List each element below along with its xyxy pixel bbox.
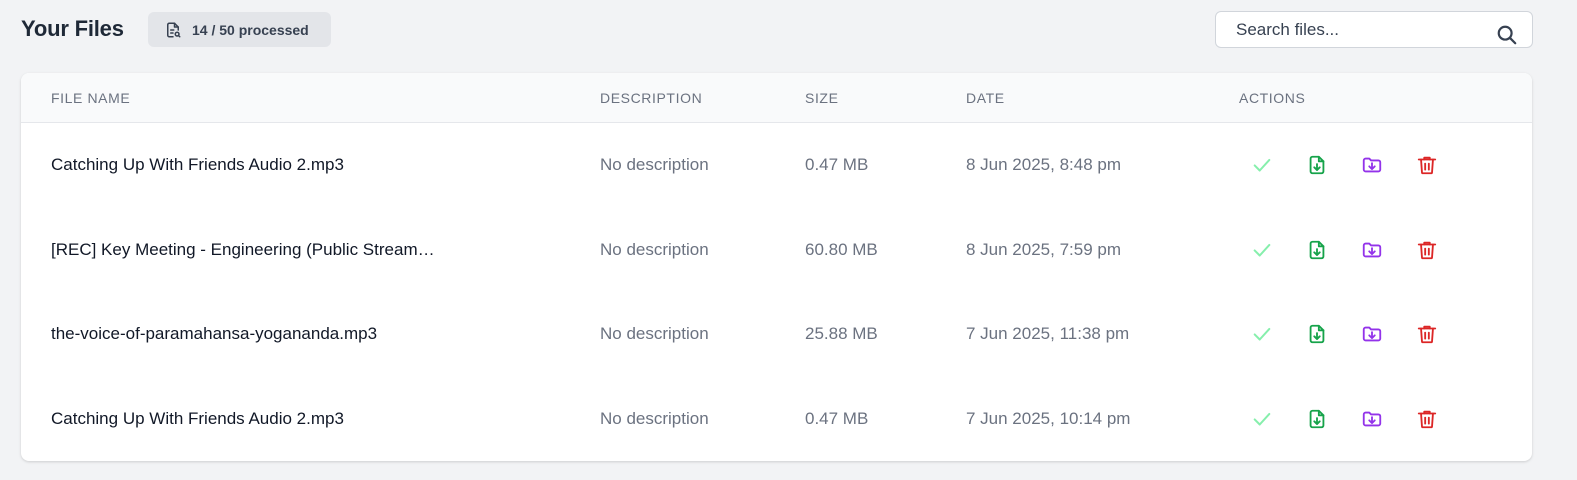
file-description: No description bbox=[600, 239, 709, 259]
file-date: 8 Jun 2025, 8:48 pm bbox=[966, 155, 1122, 174]
search-box[interactable] bbox=[1215, 11, 1533, 48]
column-header-file-name: File Name bbox=[51, 90, 131, 106]
processed-badge: 14 / 50 processed bbox=[148, 12, 331, 47]
files-table: File Name Description Size Date Actions … bbox=[21, 73, 1532, 461]
table-row: Catching Up With Friends Audio 2.mp3 No … bbox=[21, 123, 1532, 207]
trash-icon[interactable] bbox=[1416, 323, 1438, 345]
column-header-actions: Actions bbox=[1239, 90, 1306, 106]
search-input[interactable] bbox=[1216, 12, 1532, 47]
file-download-icon[interactable] bbox=[1306, 239, 1328, 261]
check-icon[interactable] bbox=[1251, 154, 1273, 176]
folder-download-icon[interactable] bbox=[1361, 408, 1383, 430]
file-name[interactable]: Catching Up With Friends Audio 2.mp3 bbox=[51, 123, 471, 207]
folder-download-icon[interactable] bbox=[1361, 239, 1383, 261]
row-actions bbox=[1251, 377, 1438, 461]
row-actions bbox=[1251, 208, 1438, 292]
file-name[interactable]: [REC] Key Meeting - Engineering (Public … bbox=[51, 208, 471, 292]
file-date: 7 Jun 2025, 11:38 pm bbox=[966, 324, 1130, 343]
file-name[interactable]: the-voice-of-paramahansa-yogananda.mp3 bbox=[51, 292, 471, 376]
check-icon[interactable] bbox=[1251, 239, 1273, 261]
file-download-icon[interactable] bbox=[1306, 408, 1328, 430]
file-date: 8 Jun 2025, 7:59 pm bbox=[966, 239, 1122, 259]
file-description: No description bbox=[600, 408, 709, 428]
check-icon[interactable] bbox=[1251, 323, 1273, 345]
file-size: 60.80 MB bbox=[805, 239, 878, 259]
column-header-date: Date bbox=[966, 90, 1005, 106]
folder-download-icon[interactable] bbox=[1361, 323, 1383, 345]
page-title: Your Files bbox=[21, 16, 124, 41]
row-actions bbox=[1251, 292, 1438, 376]
trash-icon[interactable] bbox=[1416, 154, 1438, 176]
page-header: Your Files 14 / 50 processed bbox=[0, 0, 1577, 60]
table-row: the-voice-of-paramahansa-yogananda.mp3 N… bbox=[21, 292, 1532, 376]
processed-count: 14 / 50 processed bbox=[192, 21, 309, 38]
file-download-icon[interactable] bbox=[1306, 323, 1328, 345]
file-size: 0.47 MB bbox=[805, 408, 869, 428]
column-header-size: Size bbox=[805, 90, 839, 106]
check-icon[interactable] bbox=[1251, 408, 1273, 430]
column-header-description: Description bbox=[600, 90, 703, 106]
table-row: [REC] Key Meeting - Engineering (Public … bbox=[21, 208, 1532, 292]
table-row: Catching Up With Friends Audio 2.mp3 No … bbox=[21, 377, 1532, 461]
file-name[interactable]: Catching Up With Friends Audio 2.mp3 bbox=[51, 377, 471, 461]
search-icon[interactable] bbox=[1496, 24, 1518, 46]
file-description: No description bbox=[600, 155, 709, 174]
trash-icon[interactable] bbox=[1416, 408, 1438, 430]
folder-download-icon[interactable] bbox=[1361, 154, 1383, 176]
file-size: 25.88 MB bbox=[805, 324, 878, 343]
file-description: No description bbox=[600, 324, 709, 343]
row-actions bbox=[1251, 123, 1438, 207]
file-list-icon bbox=[164, 21, 182, 39]
table-header: File Name Description Size Date Actions bbox=[21, 73, 1532, 123]
trash-icon[interactable] bbox=[1416, 239, 1438, 261]
file-size: 0.47 MB bbox=[805, 155, 869, 174]
file-download-icon[interactable] bbox=[1306, 154, 1328, 176]
file-date: 7 Jun 2025, 10:14 pm bbox=[966, 408, 1131, 428]
